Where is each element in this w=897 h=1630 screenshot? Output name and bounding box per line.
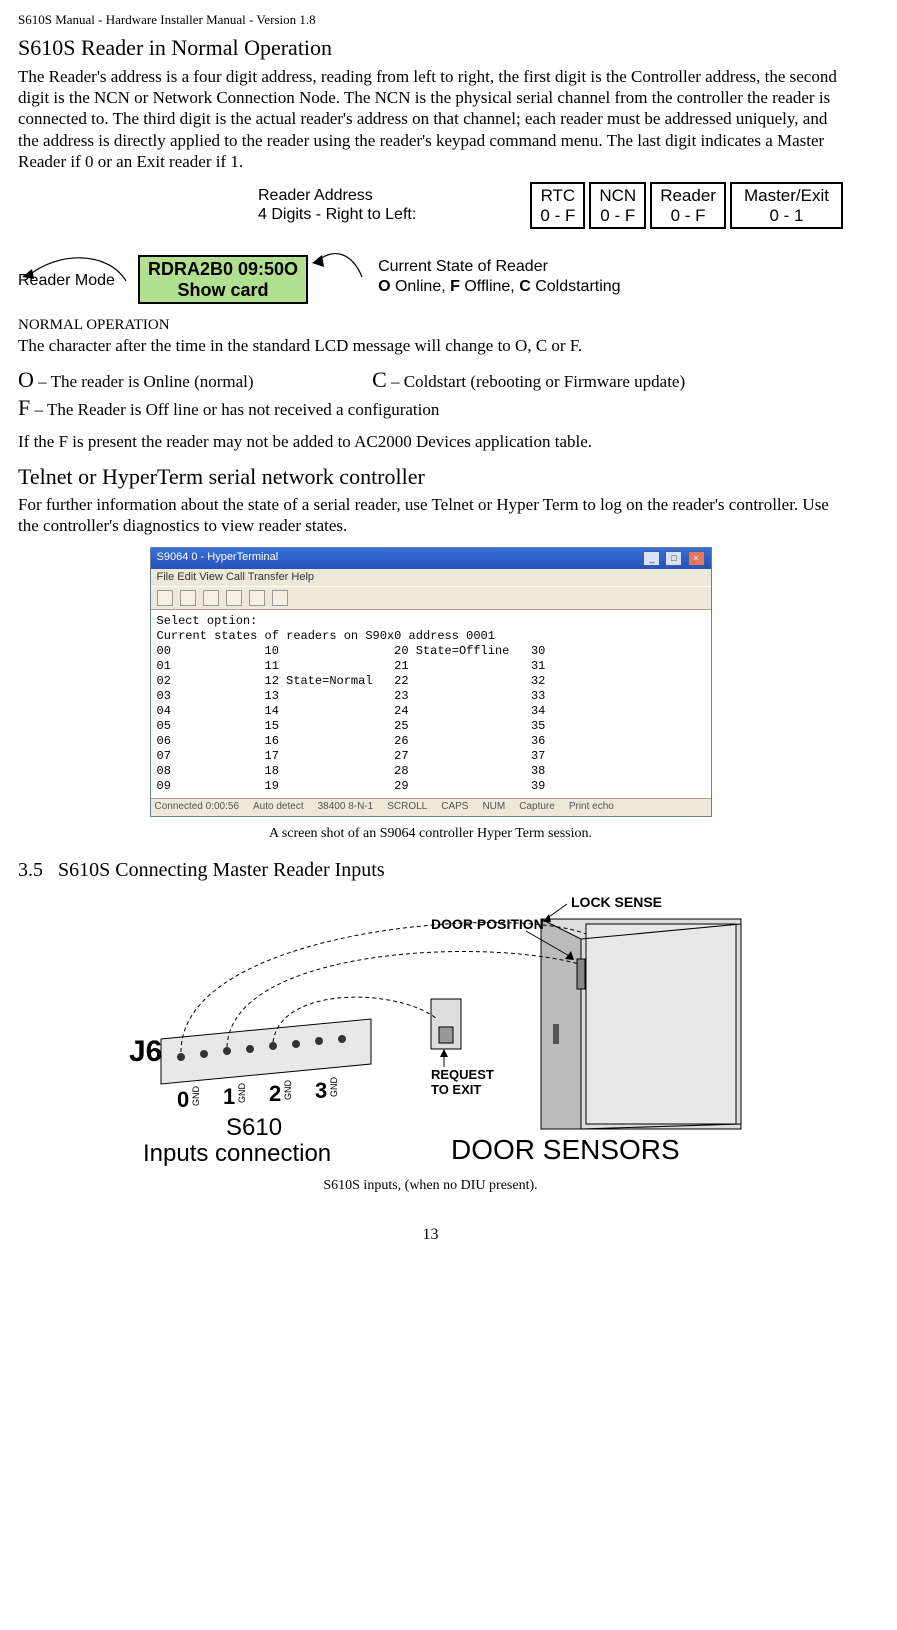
svg-text:0: 0 [177,1087,189,1112]
hyperterm-body: Select option: Current states of readers… [151,610,711,798]
toolbar-icon[interactable] [180,590,196,606]
lcd-display: RDRA2B0 09:50O Show card [138,255,308,304]
svg-text:3: 3 [315,1078,327,1103]
hyperterm-statusbar: Connected 0:00:56 Auto detect 38400 8-N-… [151,798,711,816]
hyperterm-toolbar[interactable] [151,586,711,610]
close-icon[interactable]: × [688,551,705,566]
hyperterm-menu[interactable]: File Edit View Call Transfer Help [151,569,711,587]
rte-label-2: TO EXIT [431,1082,481,1097]
svg-text:GND: GND [283,1080,293,1101]
door-sensors-label: DOOR SENSORS [451,1134,680,1165]
toolbar-icon[interactable] [203,590,219,606]
f-present-note: If the F is present the reader may not b… [18,431,843,452]
svg-text:1: 1 [223,1084,235,1109]
normal-operation-text: The character after the time in the stan… [18,335,843,356]
s610-label: S610 [226,1114,282,1141]
hyperterm-titlebar: S9064 0 - HyperTerminal _ □ × [151,548,711,569]
toolbar-icon[interactable] [272,590,288,606]
address-box-master-exit: Master/Exit0 - 1 [730,182,843,229]
inputs-caption: S610S inputs, (when no DIU present). [18,1177,843,1195]
j6-connector-icon [161,1019,371,1084]
inputs-connection-label: Inputs connection [143,1140,331,1167]
hyperterm-caption: A screen shot of an S9064 controller Hyp… [18,825,843,843]
reader-address-label: Reader Address 4 Digits - Right to Left: [258,186,416,224]
normal-operation-head: NORMAL OPERATION [18,316,843,335]
door-icon [541,919,741,1129]
svg-text:2: 2 [269,1081,281,1106]
intro-paragraph: The Reader's address is a four digit add… [18,66,843,172]
lock-sense-label: LOCK SENSE [571,894,662,910]
hyperterm-title-text: S9064 0 - HyperTerminal [157,551,279,565]
hyperterm-window: S9064 0 - HyperTerminal _ □ × File Edit … [150,547,712,817]
address-box-rtc: RTC0 - F [530,182,585,229]
door-inputs-diagram: LOCK SENSE DOOR POSITION REQUEST TO EXIT… [18,889,843,1169]
toolbar-icon[interactable] [157,590,173,606]
page-header: S610S Manual - Hardware Installer Manual… [18,12,843,28]
page-number: 13 [18,1225,843,1245]
section-heading-telnet: Telnet or HyperTerm serial network contr… [18,463,843,491]
maximize-icon[interactable]: □ [665,551,682,566]
section-heading-normal-operation: S610S Reader in Normal Operation [18,34,843,62]
svg-text:GND: GND [329,1077,339,1098]
j6-label: J6 [129,1035,162,1068]
section-3-5-heading: 3.5 S610S Connecting Master Reader Input… [18,858,843,883]
reader-address-diagram: Reader Address 4 Digits - Right to Left:… [18,182,843,304]
state-codes-line: O – The reader is Online (normal) C – Co… [18,366,843,421]
toolbar-icon[interactable] [249,590,265,606]
toolbar-icon[interactable] [226,590,242,606]
svg-text:GND: GND [237,1083,247,1104]
state-label: Current State of Reader O Online, F Offl… [378,257,621,297]
door-position-label: DOOR POSITION [431,916,544,932]
address-box-ncn: NCN0 - F [589,182,646,229]
reader-mode-label: Reader Mode [18,271,128,291]
minimize-icon[interactable]: _ [643,551,660,566]
address-digit-boxes: RTC0 - F NCN0 - F Reader0 - F Master/Exi… [530,182,843,229]
rte-label-1: REQUEST [431,1067,494,1082]
address-box-reader: Reader0 - F [650,182,726,229]
telnet-paragraph: For further information about the state … [18,494,843,537]
hyperterm-figure: S9064 0 - HyperTerminal _ □ × File Edit … [18,547,843,817]
svg-text:GND: GND [191,1086,201,1107]
